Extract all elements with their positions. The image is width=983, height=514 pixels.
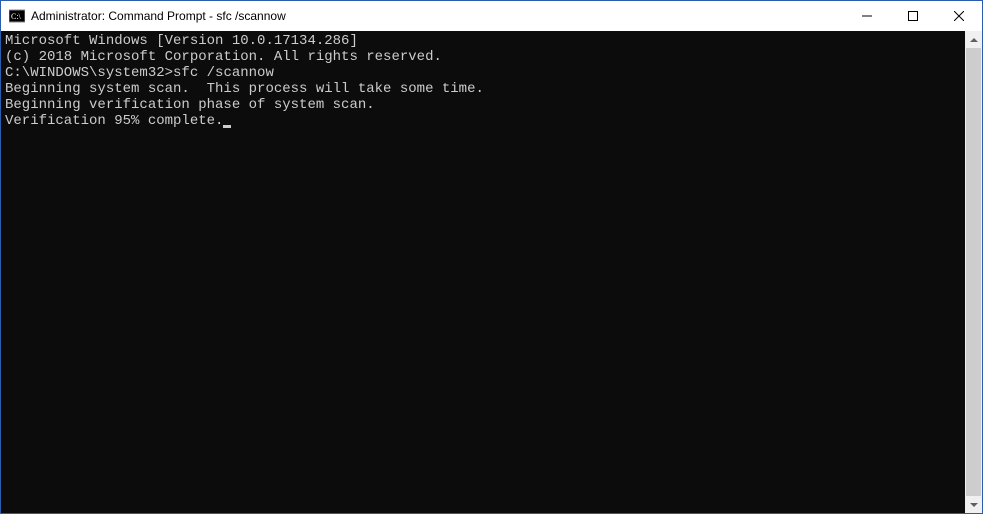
- scroll-track[interactable]: [965, 48, 982, 496]
- cursor-icon: [223, 125, 231, 128]
- scroll-down-button[interactable]: [965, 496, 982, 513]
- scroll-up-button[interactable]: [965, 31, 982, 48]
- command-prompt-window: C:\ Administrator: Command Prompt - sfc …: [0, 0, 983, 514]
- terminal-output[interactable]: Microsoft Windows [Version 10.0.17134.28…: [1, 31, 965, 513]
- scroll-thumb[interactable]: [966, 48, 981, 496]
- terminal-area: Microsoft Windows [Version 10.0.17134.28…: [1, 31, 982, 513]
- output-line: Beginning verification phase of system s…: [5, 97, 961, 113]
- close-button[interactable]: [936, 1, 982, 31]
- minimize-button[interactable]: [844, 1, 890, 31]
- output-line: Verification 95% complete.: [5, 113, 961, 129]
- command-text: sfc /scannow: [173, 65, 274, 81]
- window-controls: [844, 1, 982, 31]
- vertical-scrollbar[interactable]: [965, 31, 982, 513]
- output-line: Beginning system scan. This process will…: [5, 81, 961, 97]
- prompt-line: C:\WINDOWS\system32>sfc /scannow: [5, 65, 961, 81]
- cmd-icon: C:\: [9, 8, 25, 24]
- svg-text:C:\: C:\: [11, 12, 22, 21]
- window-title: Administrator: Command Prompt - sfc /sca…: [31, 9, 844, 23]
- output-line: Microsoft Windows [Version 10.0.17134.28…: [5, 33, 961, 49]
- prompt: C:\WINDOWS\system32>: [5, 65, 173, 81]
- maximize-button[interactable]: [890, 1, 936, 31]
- titlebar[interactable]: C:\ Administrator: Command Prompt - sfc …: [1, 1, 982, 31]
- output-line: (c) 2018 Microsoft Corporation. All righ…: [5, 49, 961, 65]
